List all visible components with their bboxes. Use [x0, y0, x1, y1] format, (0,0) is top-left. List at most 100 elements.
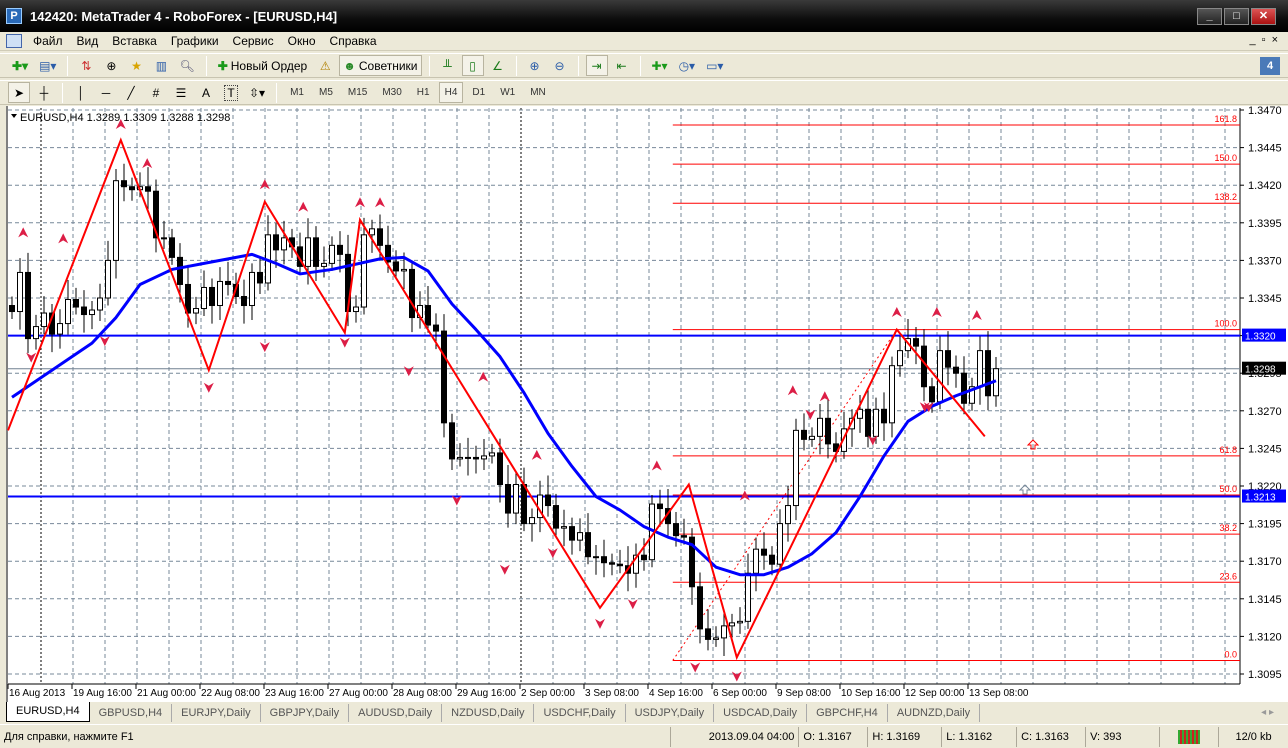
- chart-tab[interactable]: EURJPY,Daily: [172, 704, 261, 722]
- text-label-icon: T: [224, 84, 238, 101]
- mdi-close-button[interactable]: ×: [1272, 34, 1278, 46]
- new-chart-button[interactable]: ✚▾: [8, 55, 32, 76]
- market-watch-button[interactable]: ⇅: [75, 55, 97, 76]
- chart-tabs: EURUSD,H4 GBPUSD,H4 EURJPY,Daily GBPJPY,Dai…: [0, 702, 1288, 722]
- timeframe-d1[interactable]: D1: [466, 82, 491, 103]
- zoom-in-button[interactable]: ⊕: [524, 55, 546, 76]
- status-open: O: 1.3167: [799, 726, 869, 747]
- menu-charts[interactable]: Графики: [164, 34, 226, 48]
- strategy-tester-button[interactable]: 🔍︎: [175, 55, 198, 76]
- navigator-button[interactable]: ★: [125, 55, 147, 76]
- magnifier-icon: 🔍︎: [179, 58, 195, 73]
- zoom-out-icon: ⊖: [554, 58, 565, 73]
- chart-tab[interactable]: AUDUSD,Daily: [349, 704, 443, 722]
- app-logo-icon: P: [6, 8, 22, 24]
- timeframe-m1[interactable]: M1: [284, 82, 310, 103]
- line-chart-button[interactable]: ∠: [487, 55, 509, 76]
- warning-icon: ⚠: [319, 58, 331, 73]
- indicators-button[interactable]: ✚▾: [648, 55, 672, 76]
- chart-tab[interactable]: USDCHF,Daily: [534, 704, 626, 722]
- horizontal-line-tool[interactable]: ─: [95, 82, 117, 103]
- clock-icon: ◷▾: [678, 58, 696, 73]
- crosshair-tool[interactable]: ┼: [33, 82, 55, 103]
- chart-tab[interactable]: GBPJPY,Daily: [261, 704, 350, 722]
- status-time: 2013.09.04 04:00: [671, 726, 800, 747]
- chart-tab[interactable]: USDJPY,Daily: [626, 704, 715, 722]
- channel-icon: #: [152, 85, 160, 100]
- status-high: H: 1.3169: [868, 726, 943, 747]
- crosshair-target-icon: ⊕: [106, 58, 117, 73]
- arrows-tool[interactable]: ⇳▾: [245, 82, 269, 103]
- chart-window[interactable]: [6, 106, 1288, 702]
- candlestick-icon: ▯: [469, 58, 476, 73]
- chart-tab[interactable]: GBPUSD,H4: [90, 704, 173, 722]
- status-volume: V: 393: [1086, 726, 1160, 747]
- templates-icon: ▭▾: [706, 58, 724, 73]
- mdi-restore-button[interactable]: ▫: [1262, 34, 1266, 46]
- menu-insert[interactable]: Вставка: [105, 34, 164, 48]
- vertical-line-icon: │: [77, 85, 85, 100]
- zoom-in-icon: ⊕: [529, 58, 540, 73]
- timeframe-m5[interactable]: M5: [313, 82, 339, 103]
- chart-shift-button[interactable]: ⇤: [611, 55, 633, 76]
- close-button[interactable]: ✕: [1251, 8, 1276, 25]
- chart-tab[interactable]: GBPCHF,H4: [807, 704, 888, 722]
- tab-scroll-arrows[interactable]: ◂ ▸: [1261, 707, 1274, 718]
- new-order-button[interactable]: ✚ Новый Ордер: [214, 55, 312, 76]
- maximize-button[interactable]: □: [1224, 8, 1249, 25]
- new-chart-icon: ✚▾: [12, 58, 29, 73]
- bar-chart-button[interactable]: ╨: [437, 55, 459, 76]
- chart-window-icon[interactable]: [6, 34, 22, 48]
- menu-view[interactable]: Вид: [70, 34, 106, 48]
- chart-tab[interactable]: NZDUSD,Daily: [442, 704, 535, 722]
- cursor-icon: ➤: [13, 85, 25, 100]
- window-title: 142420: MetaTrader 4 - RoboForex - [EURU…: [30, 8, 338, 24]
- new-order-label: Новый Ордер: [230, 58, 308, 73]
- timeframe-m30[interactable]: M30: [376, 82, 407, 103]
- drawing-toolbar: ➤ ┼ │ ─ ╱ # ☰ A T ⇳▾ M1 M5 M15 M30 H1 H4…: [0, 80, 1288, 105]
- market-watch-icon: ⇅: [81, 58, 92, 73]
- autoscroll-button[interactable]: ⇥: [585, 55, 608, 76]
- alert-button[interactable]: ⚠: [314, 55, 336, 76]
- timeframe-h4[interactable]: H4: [438, 82, 464, 103]
- menu-tools[interactable]: Сервис: [226, 34, 281, 48]
- experts-label: Советники: [358, 58, 418, 73]
- data-window-button[interactable]: ⊕: [100, 55, 122, 76]
- menu-window[interactable]: Окно: [281, 34, 323, 48]
- expert-advisors-button[interactable]: ☻ Советники: [339, 55, 422, 76]
- timeframe-w1[interactable]: W1: [494, 82, 521, 103]
- mdi-minimize-button[interactable]: _: [1250, 34, 1256, 46]
- menu-help[interactable]: Справка: [323, 34, 384, 48]
- equidistant-channel-tool[interactable]: #: [145, 82, 167, 103]
- chart-tab[interactable]: USDCAD,Daily: [714, 704, 808, 722]
- timeframe-h1[interactable]: H1: [411, 82, 436, 103]
- standard-toolbar: ✚▾ ▤▾ ⇅ ⊕ ★ ▥ 🔍︎ ✚ Новый Ордер ⚠ ☻ Советни…: [0, 53, 1288, 78]
- fibonacci-tool[interactable]: ☰: [170, 82, 192, 103]
- notification-badge[interactable]: 4: [1260, 57, 1280, 75]
- new-order-icon: ✚: [217, 58, 228, 73]
- text-label-tool[interactable]: T: [220, 82, 242, 103]
- line-chart-icon: ∠: [492, 58, 503, 73]
- profiles-button[interactable]: ▤▾: [35, 55, 60, 76]
- terminal-button[interactable]: ▥: [150, 55, 172, 76]
- chart-tab[interactable]: EURUSD,H4: [6, 702, 90, 722]
- status-traffic: 12/0 kb: [1235, 730, 1272, 743]
- periods-button[interactable]: ◷▾: [675, 55, 700, 76]
- templates-button[interactable]: ▭▾: [702, 55, 727, 76]
- chart-shift-icon: ⇤: [616, 58, 627, 73]
- timeframe-mn[interactable]: MN: [524, 82, 552, 103]
- text-tool[interactable]: A: [195, 82, 217, 103]
- chart-tab[interactable]: AUDNZD,Daily: [888, 704, 981, 722]
- minimize-button[interactable]: _: [1197, 8, 1222, 25]
- vertical-line-tool[interactable]: │: [70, 82, 92, 103]
- timeframe-m15[interactable]: M15: [342, 82, 373, 103]
- candlestick-button[interactable]: ▯: [461, 55, 484, 76]
- text-icon: A: [201, 85, 210, 100]
- trendline-tool[interactable]: ╱: [120, 82, 142, 103]
- connection-status[interactable]: [1160, 726, 1220, 747]
- menu-file[interactable]: Файл: [26, 34, 70, 48]
- zoom-out-button[interactable]: ⊖: [549, 55, 571, 76]
- cursor-tool[interactable]: ➤: [8, 82, 30, 103]
- indicators-icon: ✚▾: [651, 58, 668, 73]
- status-low: L: 1.3162: [942, 726, 1018, 747]
